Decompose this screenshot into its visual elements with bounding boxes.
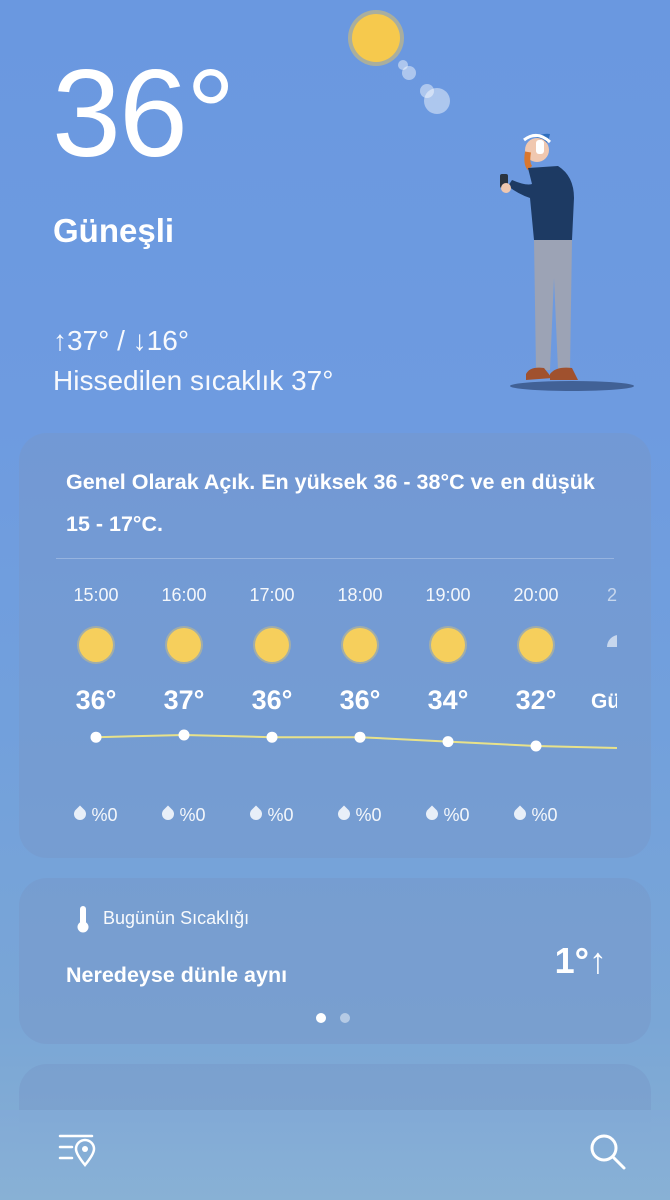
page-indicator xyxy=(316,1010,364,1028)
hourly-forecast-card[interactable]: Genel Olarak Açık. En yüksek 36 - 38°C v… xyxy=(19,433,651,858)
weather-condition: Güneşli xyxy=(53,212,175,249)
forecast-summary: Genel Olarak Açık. En yüksek 36 - 38°C v… xyxy=(66,470,595,536)
search-icon[interactable] xyxy=(588,1132,628,1172)
hour-column: 19:00 34° %0 xyxy=(413,573,483,843)
sun-icon xyxy=(79,628,113,662)
person-illustration xyxy=(500,133,634,391)
raindrop-icon xyxy=(335,805,353,823)
sun-icon xyxy=(255,628,289,662)
raindrop-icon xyxy=(159,805,177,823)
page-dot[interactable] xyxy=(340,1013,350,1023)
rain-chance: %0 xyxy=(237,805,307,826)
raindrop-icon xyxy=(71,805,89,823)
hour-time: 17:00 xyxy=(249,585,295,605)
raindrop-icon xyxy=(511,805,529,823)
hour-time: 19:00 xyxy=(425,585,471,605)
today-card-title: Bugünün Sıcaklığı xyxy=(103,908,250,928)
hour-temperature: 37° xyxy=(163,685,205,715)
hour-temperature: 36° xyxy=(339,685,381,715)
rain-chance: %0 xyxy=(501,805,571,826)
hourly-strip[interactable]: 15:00 36° %0 16:00 37° %0 17:00 36° %0 18:00 36° %0… xyxy=(19,573,617,843)
feels-like-temperature: Hissedilen sıcaklık 37° xyxy=(53,365,334,396)
hour-temperature: 32° xyxy=(515,685,557,715)
rain-chance: %0 xyxy=(61,805,131,826)
hour-time: 20:00 xyxy=(513,585,559,605)
sun-icon xyxy=(431,628,465,662)
hour-temperature: Gü xyxy=(591,690,617,713)
hour-column: 15:00 36° %0 xyxy=(61,573,131,843)
current-temperature: 36° xyxy=(52,45,236,183)
bottom-bar xyxy=(0,1110,670,1200)
hour-temperature: 36° xyxy=(251,685,293,715)
sunset-icon xyxy=(607,635,617,647)
divider xyxy=(56,558,614,559)
hour-temperature: 34° xyxy=(427,685,469,715)
rain-chance: %0 xyxy=(325,805,395,826)
rain-chance: %0 xyxy=(149,805,219,826)
page-dot[interactable] xyxy=(316,1013,326,1023)
raindrop-icon xyxy=(423,805,441,823)
hour-column: 18:00 36° %0 xyxy=(325,573,395,843)
thermometer-icon xyxy=(77,906,89,933)
today-comparison-text: Neredeyse dünle aynı xyxy=(66,963,288,987)
sun-icon xyxy=(167,628,201,662)
hour-time: 18:00 xyxy=(337,585,383,605)
rain-chance: %0 xyxy=(413,805,483,826)
raindrop-icon xyxy=(247,805,265,823)
hour-time: 20 xyxy=(607,585,617,605)
hour-temperature: 36° xyxy=(75,685,117,715)
sun-icon xyxy=(343,628,377,662)
hour-column: 17:00 36° %0 xyxy=(237,573,307,843)
hour-column: 16:00 37° %0 xyxy=(149,573,219,843)
hour-column: 20 Gü xyxy=(589,573,617,843)
hour-time: 15:00 xyxy=(73,585,119,605)
today-temperature-card[interactable]: Bugünün Sıcaklığı Neredeyse dünle aynı 1… xyxy=(19,878,651,1044)
sun-illustration xyxy=(352,14,400,62)
sun-icon xyxy=(519,628,553,662)
location-list-icon[interactable] xyxy=(58,1132,98,1168)
hour-time: 16:00 xyxy=(161,585,207,605)
temperature-delta: 1°↑ xyxy=(554,940,607,981)
high-low-temperature: ↑37° / ↓16° xyxy=(53,325,190,356)
hour-column: 20:00 32° %0 xyxy=(501,573,571,843)
